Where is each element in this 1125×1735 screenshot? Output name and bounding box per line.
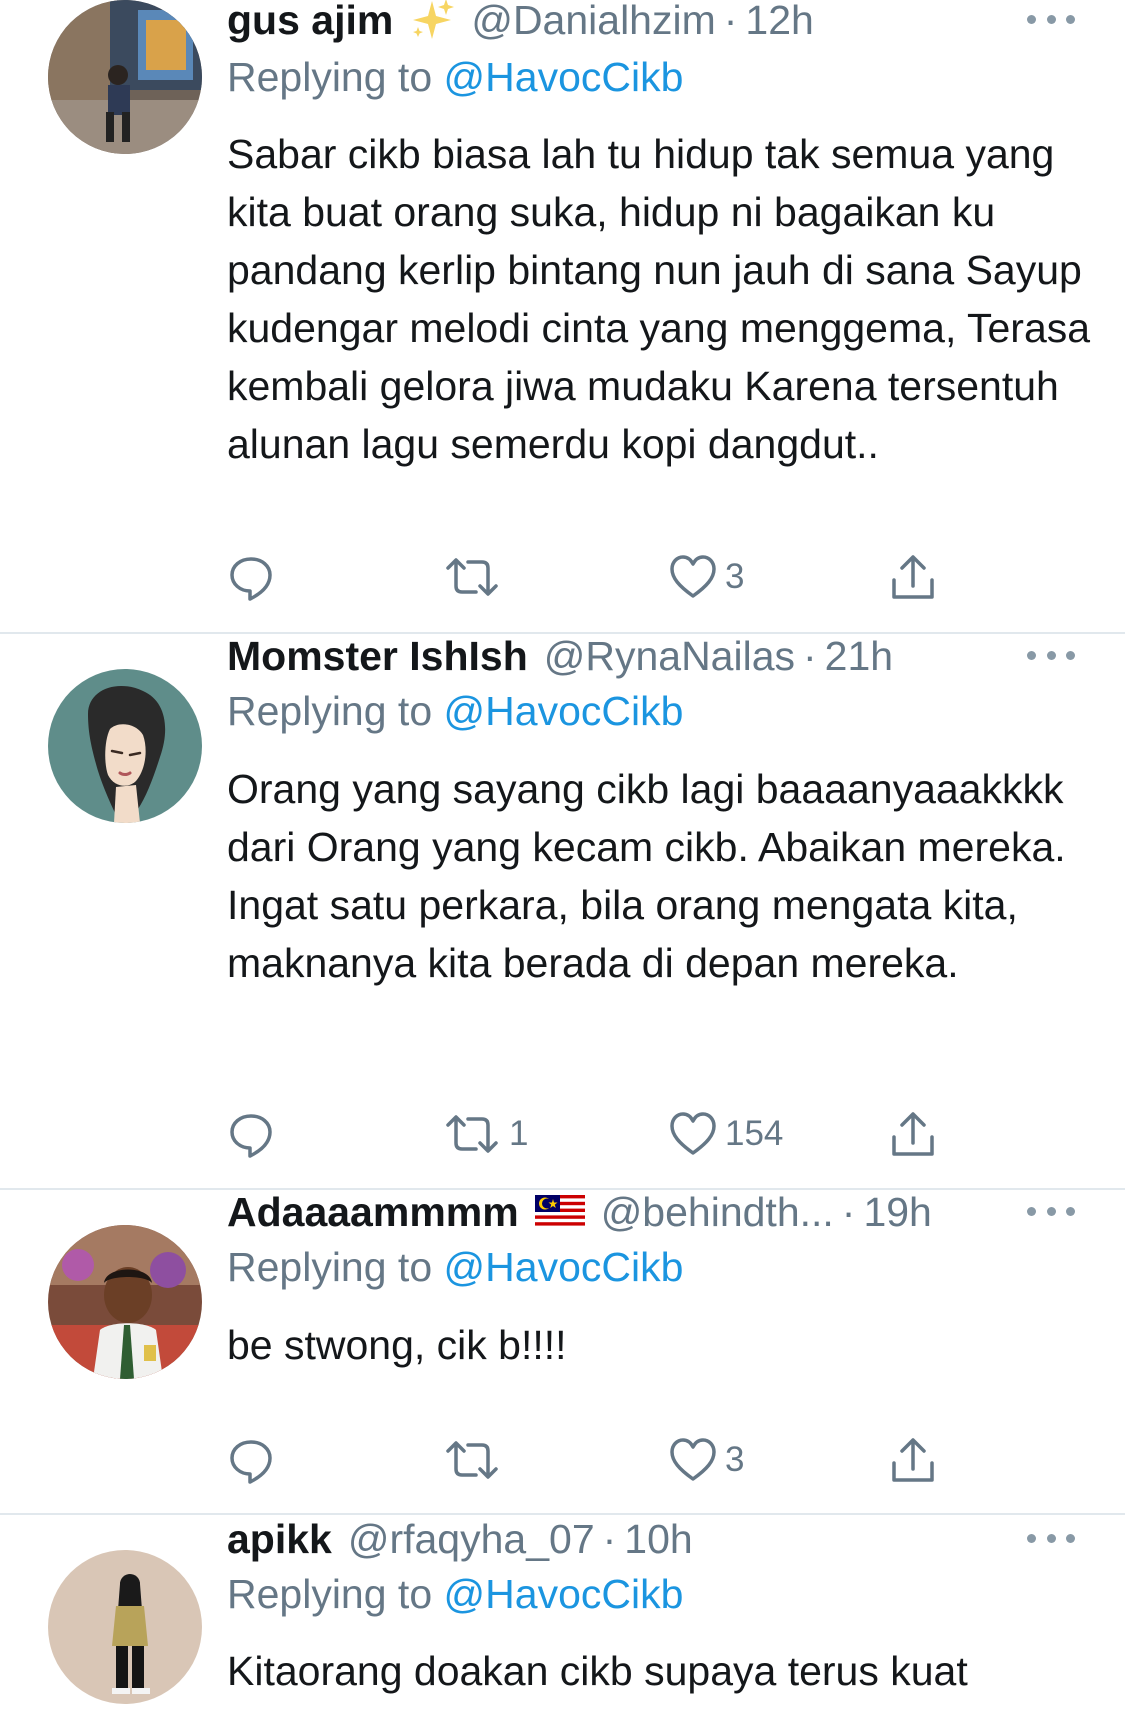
heart-icon (670, 1438, 716, 1481)
tweet-text: Kitaorang doakan cikb supaya terus kuat (227, 1648, 968, 1694)
display-name[interactable]: Momster IshIsh (227, 633, 528, 680)
avatar[interactable] (48, 0, 202, 154)
separator-dot: · (803, 632, 817, 679)
like-button[interactable]: 3 (669, 1432, 744, 1488)
like-count: 3 (725, 557, 745, 596)
replying-to: Replying to @HavocCikb (227, 688, 683, 740)
retweet-button[interactable]: 1 (443, 1106, 528, 1162)
replying-to-link[interactable]: @HavocCikb (444, 688, 684, 734)
tweet-text: Sabar cikb biasa lah tu hidup tak semua … (227, 131, 1091, 467)
like-button[interactable]: 154 (669, 1106, 783, 1162)
reply-icon (230, 1440, 272, 1484)
reply-icon (230, 557, 272, 601)
separator-dot: · (602, 1515, 617, 1562)
share-button[interactable] (888, 1432, 938, 1488)
tweet-4[interactable]: apikk @rfaqyha_07 · 10h Replying to @Hav… (0, 1515, 1125, 1735)
more-options-icon[interactable] (1027, 645, 1075, 665)
retweet-icon (446, 1441, 498, 1479)
display-name[interactable]: apikk (227, 1516, 332, 1563)
avatar[interactable] (48, 1550, 202, 1704)
share-icon (892, 1112, 934, 1156)
more-options-icon[interactable] (1027, 1201, 1075, 1221)
retweet-button[interactable] (443, 549, 509, 605)
avatar-illustration (48, 669, 202, 823)
tweet-text: be stwong, cik b!!!! (227, 1322, 567, 1368)
timestamp[interactable]: 19h (863, 1189, 931, 1236)
like-count: 154 (725, 1114, 784, 1153)
replying-to: Replying to @HavocCikb (227, 1571, 683, 1623)
timestamp[interactable]: 12h (745, 0, 813, 44)
display-name[interactable]: gus ajim (227, 0, 393, 44)
heart-icon (670, 1112, 716, 1155)
more-options-icon[interactable] (1027, 9, 1075, 29)
retweet-icon (446, 558, 498, 596)
replying-to-link[interactable]: @HavocCikb (444, 1244, 684, 1290)
user-handle[interactable]: @Danialhzim (471, 0, 715, 44)
tweet-2[interactable]: Momster IshIsh @RynaNailas · 21h Replyin… (0, 632, 1125, 1186)
more-options-icon[interactable] (1027, 1528, 1075, 1548)
sparkles-icon (409, 0, 455, 43)
share-button[interactable] (888, 549, 938, 605)
display-name[interactable]: Adaaaammmm (227, 1189, 519, 1236)
share-icon (892, 1438, 934, 1482)
action-bar: 3 (0, 1432, 1125, 1488)
reply-icon (230, 1114, 272, 1158)
like-button[interactable]: 3 (669, 549, 744, 605)
share-icon (892, 555, 934, 599)
share-button[interactable] (888, 1106, 938, 1162)
timestamp[interactable]: 21h (825, 633, 893, 680)
reply-button[interactable] (226, 549, 284, 605)
avatar-photo (48, 0, 202, 154)
replying-to-label: Replying to (227, 1244, 433, 1290)
avatar-illustration (48, 1550, 202, 1704)
like-count: 3 (725, 1440, 745, 1479)
separator-dot: · (723, 0, 738, 43)
action-bar: 3 (0, 549, 1125, 605)
avatar-photo (48, 1225, 202, 1379)
retweet-icon (446, 1115, 498, 1153)
tweet-1[interactable]: gus ajim @Danialhzim · 12h Replying to @… (0, 0, 1125, 630)
action-bar: 1 154 (0, 1106, 1125, 1162)
avatar[interactable] (48, 1225, 202, 1379)
user-handle[interactable]: @rfaqyha_07 (348, 1516, 595, 1563)
retweet-count: 1 (509, 1114, 529, 1153)
replying-to-label: Replying to (227, 688, 433, 734)
reply-button[interactable] (226, 1106, 284, 1162)
timestamp[interactable]: 10h (624, 1516, 692, 1563)
replying-to: Replying to @HavocCikb (227, 54, 683, 106)
heart-icon (670, 555, 716, 598)
replying-to-label: Replying to (227, 54, 433, 100)
user-handle[interactable]: @behindth... (601, 1189, 834, 1236)
avatar[interactable] (48, 669, 202, 823)
user-handle[interactable]: @RynaNailas (544, 633, 795, 680)
separator-dot: · (841, 1188, 856, 1235)
replying-to-label: Replying to (227, 1571, 433, 1617)
replying-to-link[interactable]: @HavocCikb (444, 54, 684, 100)
replying-to-link[interactable]: @HavocCikb (444, 1571, 684, 1617)
replying-to: Replying to @HavocCikb (227, 1244, 683, 1296)
retweet-button[interactable] (443, 1432, 509, 1488)
tweet-3[interactable]: Adaaaammmm @behindth... · 19h Replying t… (0, 1188, 1125, 1512)
malaysia-flag-icon (534, 1195, 585, 1229)
tweet-text: Orang yang sayang cikb lagi baaaanyaaakk… (227, 766, 1066, 986)
reply-button[interactable] (226, 1432, 284, 1488)
